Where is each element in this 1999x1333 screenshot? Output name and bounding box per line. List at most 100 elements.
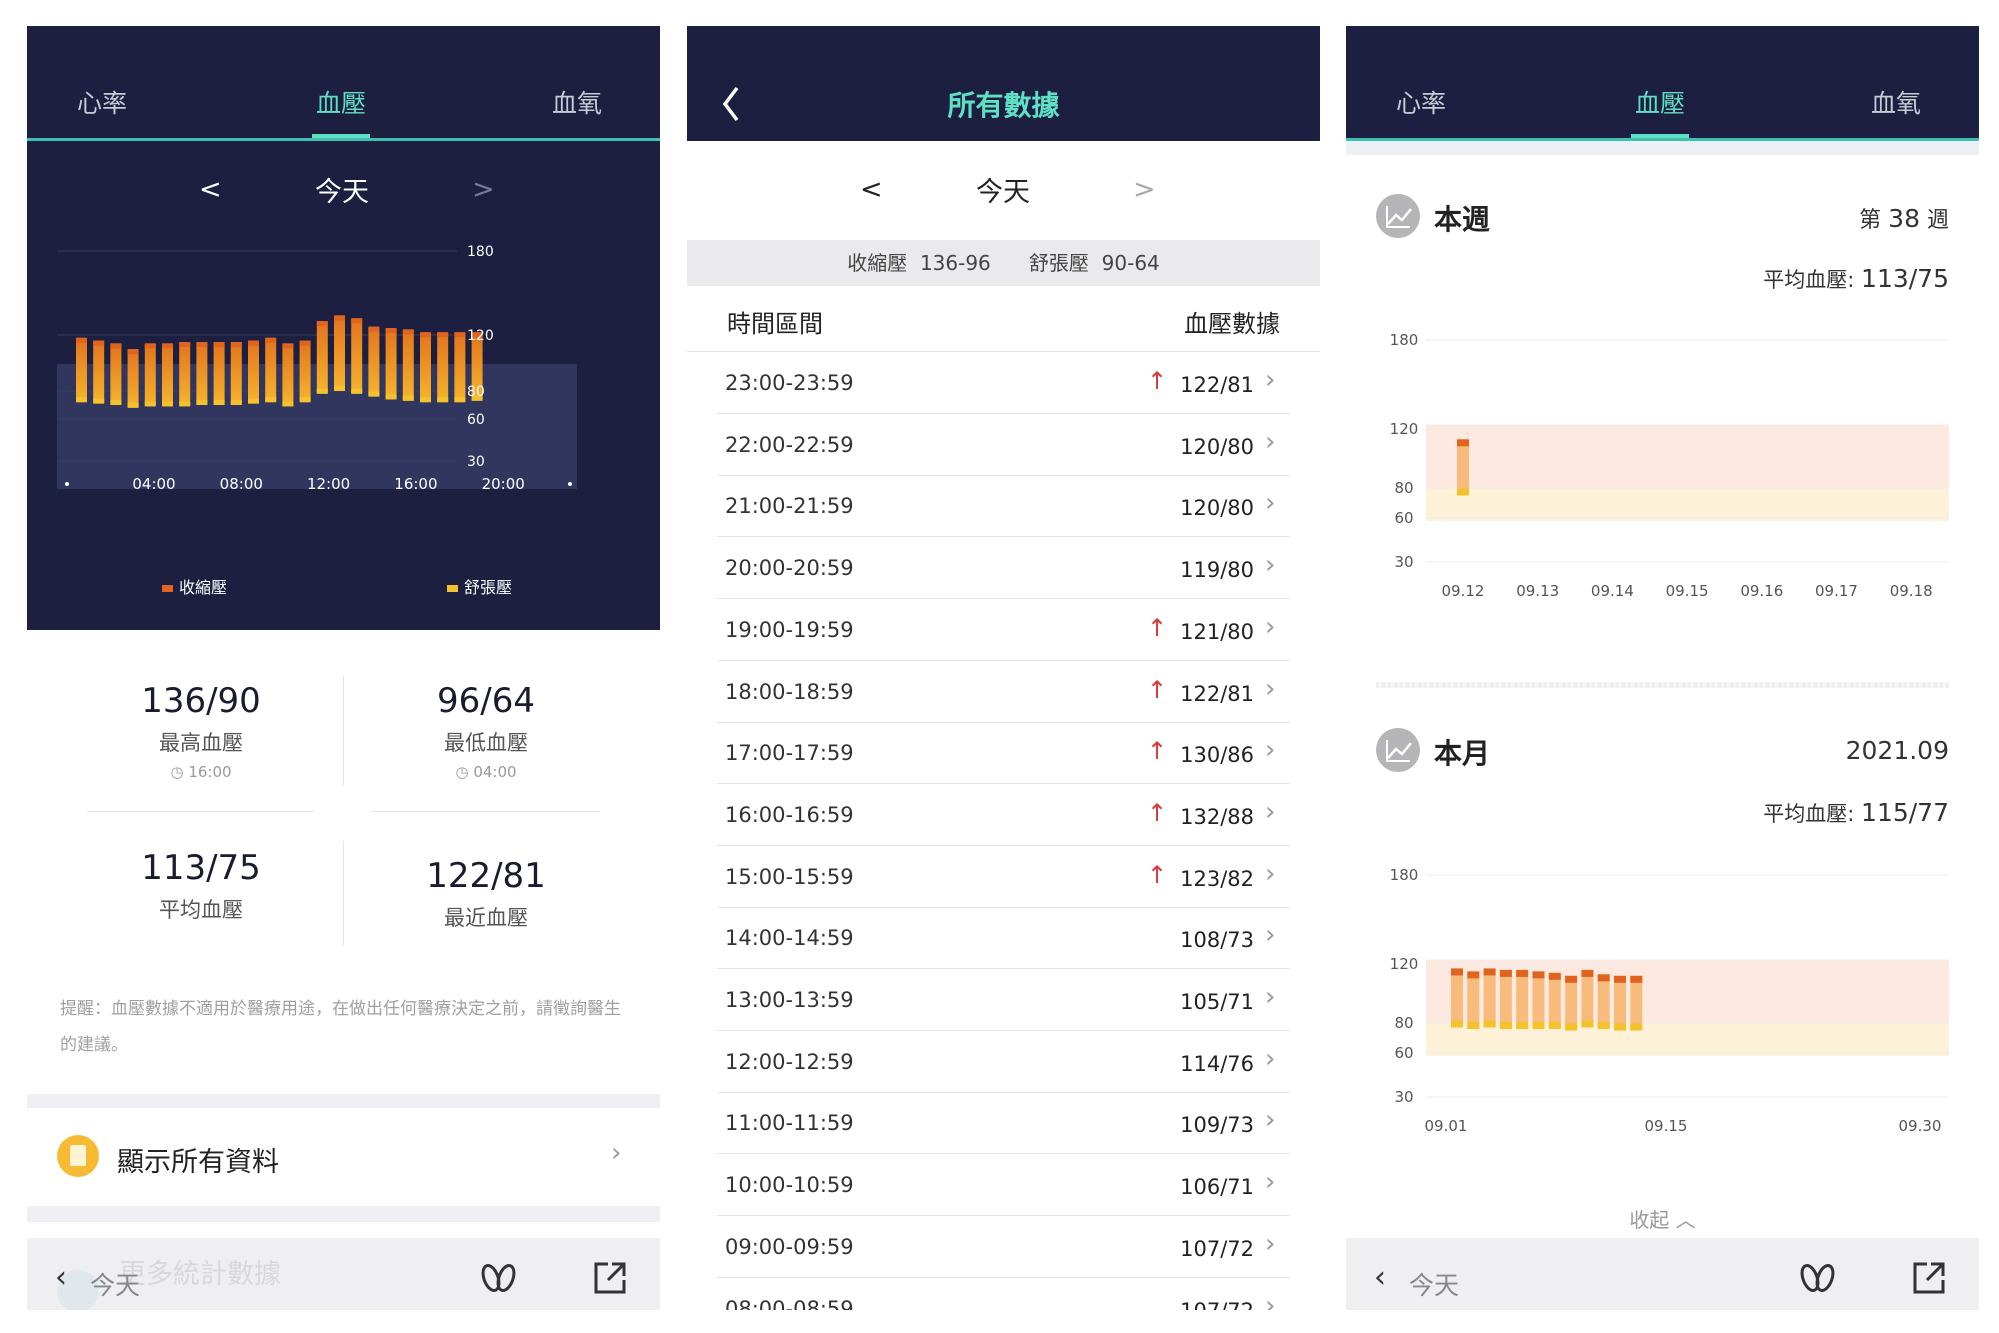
diastolic-cap (299, 397, 311, 403)
stats-divider-h2 (372, 811, 600, 812)
systolic-cap (1451, 968, 1463, 976)
diastolic-cap (454, 397, 466, 403)
y-tick-label: 30 (1394, 1088, 1413, 1106)
legend-diastolic: 舒張壓 (447, 574, 512, 598)
systolic-cap (1548, 972, 1561, 980)
data-row[interactable]: 12:00-12:59 114/76 › (687, 1032, 1320, 1093)
data-row[interactable]: 18:00-18:59 ↑ 122/81 › (687, 662, 1320, 723)
diastolic-cap (1581, 1020, 1594, 1028)
left-panel: 心率 血壓 血氧 < 今天 > 180 120 80 60 30 04:00 08:00 1… (27, 26, 660, 1310)
data-row[interactable]: 13:00-13:59 105/71 › (687, 970, 1320, 1031)
diastolic-cap (368, 391, 380, 397)
systolic-cap (402, 329, 414, 335)
month-period: 2021.09 (1845, 736, 1949, 765)
x-tick-label: 12:00 (307, 475, 350, 493)
data-row[interactable]: 11:00-11:59 109/73 › (687, 1093, 1320, 1155)
tab-bar: 心率 血壓 血氧 (1346, 26, 1979, 141)
bp-bar (1516, 969, 1529, 1029)
systolic-cap (248, 340, 259, 346)
more-stats-label[interactable]: 更多統計數據 (119, 1252, 281, 1291)
show-all-data-row[interactable]: 顯示所有資料 › (27, 1108, 660, 1206)
tab-divider (27, 138, 660, 141)
prev-day-button[interactable]: < (860, 174, 883, 205)
data-row[interactable]: 08:00-08:59 107/72 › (687, 1279, 1320, 1311)
diastolic-swatch (447, 585, 458, 592)
bp-bar-group (1516, 969, 1529, 1029)
prev-day-button[interactable]: < (199, 174, 222, 205)
bp-bar (1597, 974, 1610, 1029)
data-row[interactable]: 14:00-14:59 108/73 › (687, 908, 1320, 970)
row-time: 17:00-17:59 (725, 741, 854, 766)
diastolic-cap (351, 388, 363, 394)
chevron-right-icon: › (1265, 673, 1276, 704)
systolic-cap (265, 337, 277, 343)
row-bp-value: 122/81 (1180, 373, 1254, 397)
data-row[interactable]: 16:00-16:59 ↑ 132/88 › (687, 785, 1320, 846)
pills-icon[interactable] (1796, 1258, 1840, 1298)
summary-diastolic-range: 90-64 (1101, 251, 1160, 275)
data-row[interactable]: 23:00-23:59 ↑ 122/81 › (687, 353, 1320, 414)
next-day-button[interactable]: > (1133, 174, 1156, 205)
y-tick-label: 80 (1394, 1014, 1413, 1032)
share-icon[interactable] (1911, 1260, 1947, 1296)
x-tick-label: 04:00 (132, 475, 175, 493)
data-row[interactable]: 10:00-10:59 106/71 › (687, 1155, 1320, 1217)
diastolic-cap (437, 397, 449, 403)
tab-blood-oxygen[interactable]: 血氧 (1836, 84, 1956, 120)
stat-min: 96/64 最低血壓 ◷ 04:00 (372, 681, 600, 781)
stat-avg: 113/75 平均血壓 (87, 848, 315, 924)
share-icon[interactable] (592, 1260, 628, 1296)
bp-bar (351, 318, 363, 394)
tab-heart-rate[interactable]: 心率 (42, 84, 162, 120)
data-row[interactable]: 09:00-09:59 107/72 › (687, 1217, 1320, 1278)
bp-bar (1614, 975, 1626, 1031)
diastolic-cap (162, 401, 173, 407)
arrow-up-icon: ↑ (1147, 675, 1168, 704)
month-title: 本月 (1434, 737, 1491, 770)
data-row[interactable]: 20:00-20:59 119/80 › (687, 538, 1320, 600)
back-icon[interactable]: ‹ (1374, 1260, 1386, 1295)
diastolic-cap (1565, 1023, 1578, 1031)
arrow-up-icon: ↑ (1147, 860, 1168, 889)
x-tick-label: 09.15 (1666, 582, 1709, 600)
x-tick-label: 09.16 (1740, 582, 1783, 600)
bp-bar (162, 343, 173, 407)
data-row[interactable]: 17:00-17:59 ↑ 130/86 › (687, 723, 1320, 785)
summary-diastolic-label: 舒張壓 (1028, 251, 1089, 275)
row-bp-value: 120/80 (1180, 434, 1254, 459)
y-tick-label: 120 (1390, 420, 1419, 438)
next-day-button[interactable]: > (472, 174, 495, 205)
systolic-cap (179, 342, 191, 347)
bp-bar (334, 315, 345, 391)
bp-bar-group (1597, 974, 1610, 1029)
chevron-right-icon: › (1265, 1105, 1276, 1136)
legend-diastolic-label: 舒張壓 (464, 578, 513, 597)
data-row[interactable]: 19:00-19:59 ↑ 121/80 › (687, 600, 1320, 661)
chevron-right-icon: › (611, 1138, 622, 1168)
back-icon[interactable]: ‹ (55, 1260, 67, 1295)
bp-bar (437, 332, 449, 403)
tab-blood-pressure[interactable]: 血壓 (281, 84, 401, 120)
data-row[interactable]: 21:00-21:59 120/80 › (687, 476, 1320, 538)
stat-avg-value: 113/75 (141, 848, 261, 888)
collapse-button[interactable]: 收起 ︿ (1346, 1204, 1979, 1233)
column-header-bp: 血壓數據 (1184, 310, 1280, 338)
header-divider (687, 351, 1320, 352)
axis-dot (65, 482, 69, 486)
tab-bar: 心率 血壓 血氧 (27, 26, 660, 141)
date-label: 今天 (976, 177, 1030, 208)
tab-blood-oxygen[interactable]: 血氧 (517, 84, 637, 120)
tab-blood-pressure[interactable]: 血壓 (1600, 84, 1720, 120)
row-time: 15:00-15:59 (725, 864, 854, 889)
systolic-cap (93, 340, 105, 346)
pills-icon[interactable] (477, 1258, 521, 1298)
row-bp-value: 106/71 (1180, 1175, 1254, 1200)
stat-recent: 122/81 最近血壓 (372, 856, 600, 932)
diastolic-cap (179, 401, 191, 407)
data-row[interactable]: 15:00-15:59 ↑ 123/82 › (687, 847, 1320, 908)
data-row[interactable]: 22:00-22:59 120/80 › (687, 415, 1320, 476)
y-tick-label: 180 (467, 244, 494, 260)
tab-heart-rate[interactable]: 心率 (1361, 84, 1481, 120)
bp-bar (1499, 969, 1512, 1029)
x-tick-label: 09.30 (1899, 1117, 1942, 1135)
